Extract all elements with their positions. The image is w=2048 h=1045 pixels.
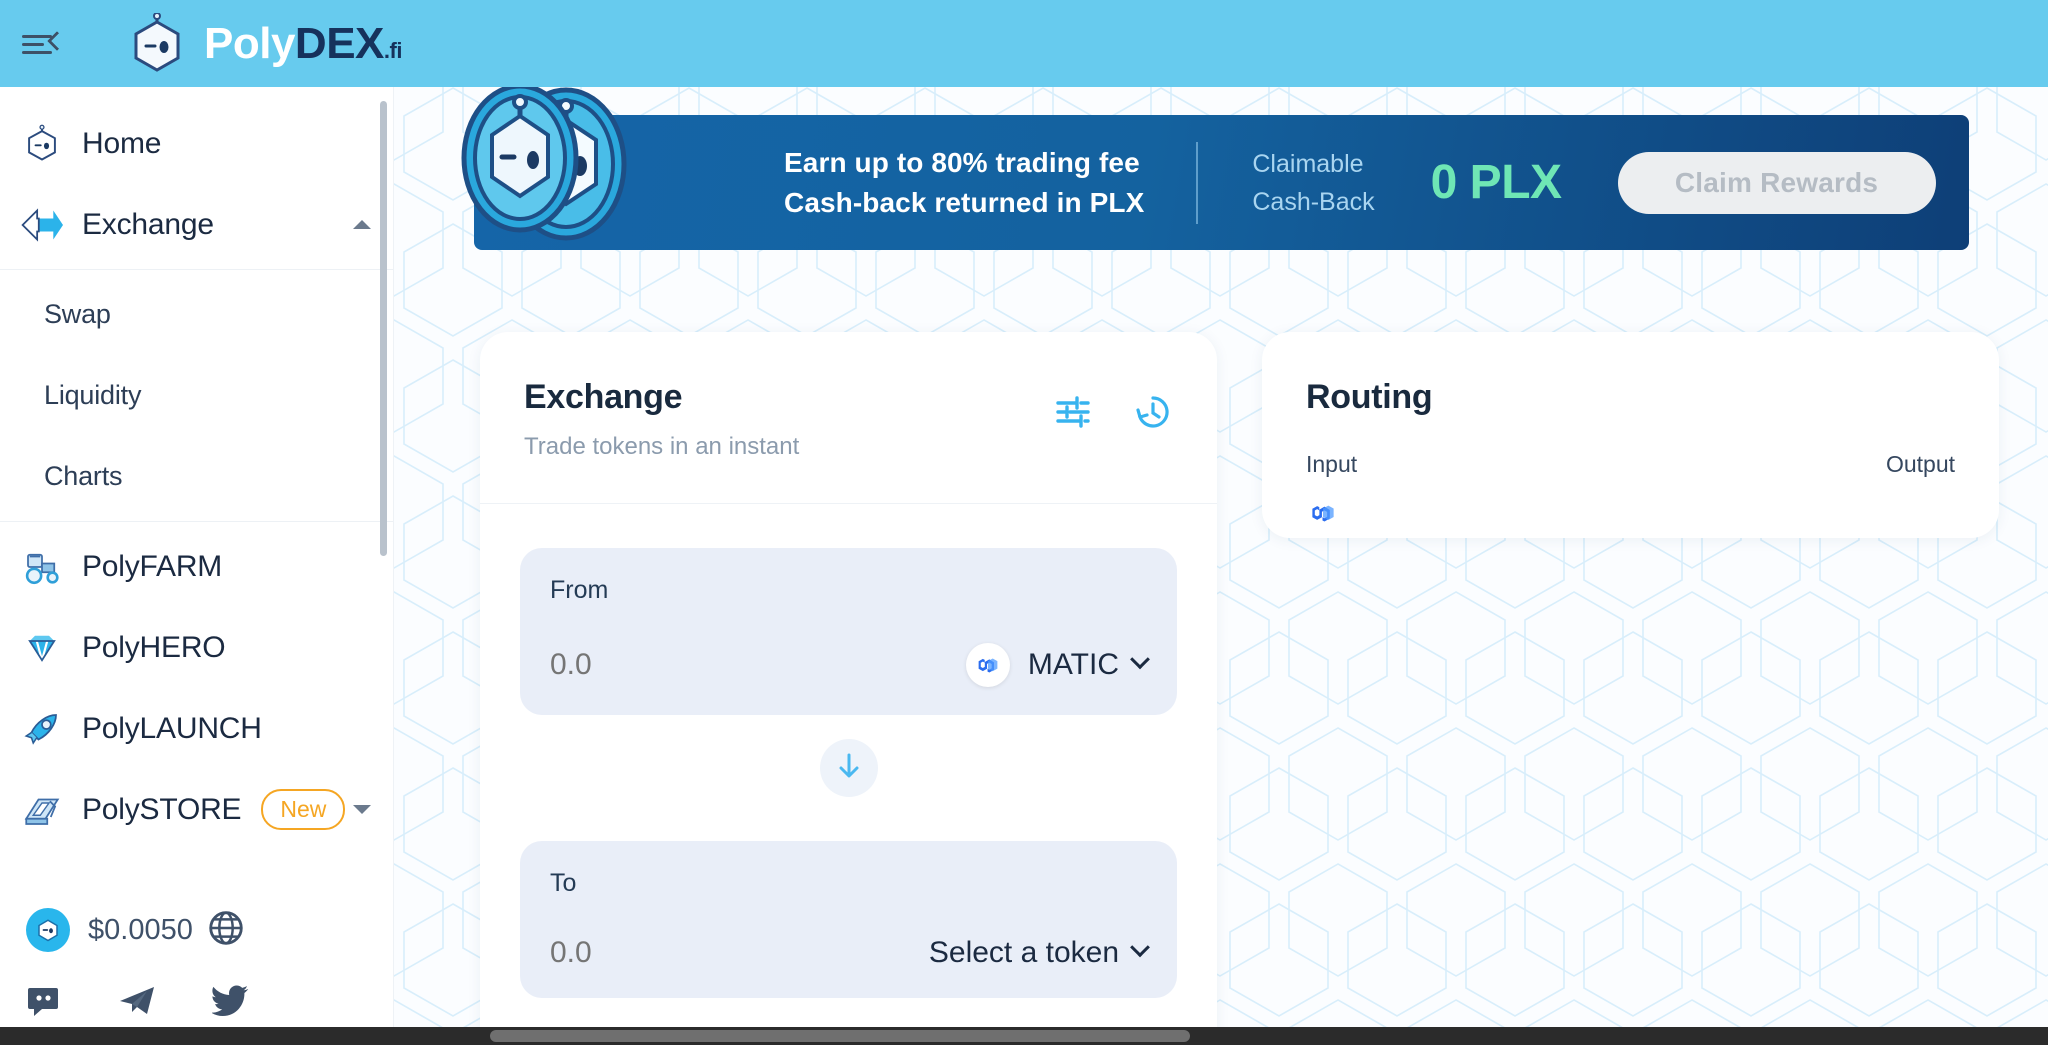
to-token-panel: To Select a token — [520, 841, 1177, 998]
routing-card: Routing Input Output — [1262, 332, 1999, 538]
routing-card-header: Routing — [1262, 332, 1999, 417]
main-content: Earn up to 80% trading fee Cash-back ret… — [394, 87, 2048, 1045]
scrollbar-thumb[interactable] — [490, 1030, 1190, 1042]
top-header-bar: PolyDEX.fi — [0, 0, 2048, 87]
to-amount-input[interactable] — [550, 936, 850, 970]
banner-line-1: Earn up to 80% trading fee — [784, 146, 1140, 178]
brand-dex: DEX — [294, 18, 384, 68]
sidebar-item-polyfarm[interactable]: PolyFARM — [0, 526, 393, 607]
sidebar-item-liquidity[interactable]: Liquidity — [0, 355, 393, 436]
sidebar-item-swap[interactable]: Swap — [0, 274, 393, 355]
sidebar-item-home[interactable]: Home — [0, 103, 393, 184]
from-label: From — [550, 576, 609, 604]
rocket-icon — [20, 707, 64, 751]
store-icon — [20, 788, 64, 832]
sidebar-divider — [0, 521, 393, 522]
chevron-left-icon — [47, 30, 67, 51]
banner-line-2: Cash-back returned in PLX — [784, 186, 1145, 218]
sidebar-item-label: PolyLAUNCH — [82, 711, 262, 745]
from-token-panel: From MATIC — [520, 548, 1177, 715]
social-links-row — [0, 973, 393, 1019]
chevron-up-icon[interactable] — [353, 220, 371, 229]
sidebar-item-label: PolyFARM — [82, 549, 223, 583]
settings-sliders-icon[interactable] — [1053, 392, 1093, 432]
history-clock-icon[interactable] — [1133, 392, 1173, 432]
banner-divider — [1196, 141, 1199, 224]
claimable-label-line2: Cash-Back — [1252, 187, 1375, 216]
sidebar-scroll-area: Home Exchange Swap Liquidity Charts Poly… — [0, 87, 393, 887]
routing-title: Routing — [1306, 378, 1433, 416]
exchange-card: Exchange Trade tokens in an instant From… — [480, 332, 1217, 1045]
brand-poly: Poly — [204, 18, 295, 68]
exchange-subtitle: Trade tokens in an instant — [524, 433, 800, 460]
arrow-down-icon — [834, 751, 864, 786]
sidebar-item-polyhero[interactable]: PolyHERO — [0, 607, 393, 688]
claimable-label-block: Claimable Cash-Back — [1252, 145, 1374, 221]
globe-icon[interactable] — [205, 907, 247, 954]
sidebar-subitem-label: Liquidity — [44, 380, 142, 410]
chevron-down-icon — [1130, 649, 1150, 670]
sidebar-item-polystore[interactable]: PolySTORE New — [0, 769, 393, 850]
sidebar-item-label: Home — [82, 126, 162, 160]
diamond-icon — [20, 626, 64, 670]
polygon-matic-icon — [1306, 505, 1340, 534]
to-label: To — [550, 869, 577, 897]
from-amount-input[interactable] — [550, 648, 850, 682]
tractor-icon — [20, 545, 64, 589]
claimable-amount: 0 PLX — [1430, 156, 1562, 209]
chevron-down-icon[interactable] — [353, 805, 371, 814]
horizontal-scrollbar[interactable] — [0, 1027, 2048, 1045]
app-root: PolyDEX.fi Home Exchange Swap Liquidity … — [0, 0, 2048, 1045]
polydex-token-icon — [26, 908, 70, 952]
from-token-selector[interactable]: MATIC — [965, 643, 1150, 687]
page-title: Exchange — [524, 378, 683, 416]
sidebar-item-label: Exchange — [82, 207, 214, 241]
routing-output-label: Output — [1885, 451, 1955, 477]
sidebar-nav: Home Exchange Swap Liquidity Charts Poly… — [0, 87, 394, 1045]
claimable-label-line1: Claimable — [1252, 149, 1364, 178]
exchange-arrows-icon — [20, 203, 64, 247]
exchange-header-actions — [1053, 378, 1173, 432]
routing-body: Input Output — [1262, 417, 1999, 535]
switch-tokens-row — [480, 739, 1217, 797]
brand-logo-link[interactable]: PolyDEX.fi — [126, 12, 402, 75]
coins-illustration-icon — [446, 87, 726, 270]
sidebar-item-label: PolySTORE — [82, 792, 242, 826]
banner-headline: Earn up to 80% trading fee Cash-back ret… — [784, 143, 1144, 223]
brand-wordmark: PolyDEX.fi — [204, 19, 402, 69]
from-token-name: MATIC — [1027, 648, 1119, 681]
token-price-value: $0.0050 — [88, 913, 193, 946]
chevron-down-icon — [1130, 937, 1150, 958]
sidebar-collapse-icon[interactable] — [22, 28, 67, 60]
routing-input-token — [1306, 496, 1955, 535]
discord-icon[interactable] — [26, 983, 62, 1019]
switch-direction-button[interactable] — [819, 739, 878, 797]
status-badge-new: New — [261, 789, 346, 830]
sidebar-subitem-label: Swap — [44, 299, 111, 329]
exchange-card-header: Exchange Trade tokens in an instant — [480, 332, 1217, 461]
sidebar-footer: $0.0050 — [0, 887, 393, 1045]
sidebar-item-charts[interactable]: Charts — [0, 436, 393, 517]
token-price-row: $0.0050 — [0, 887, 393, 973]
card-divider — [480, 503, 1217, 504]
sidebar-subitem-label: Charts — [44, 461, 123, 491]
telegram-icon[interactable] — [118, 983, 156, 1019]
claim-rewards-button[interactable]: Claim Rewards — [1617, 151, 1936, 214]
sidebar-divider — [0, 269, 393, 270]
polydex-robot-icon — [126, 12, 188, 75]
sidebar-item-label: PolyHERO — [82, 630, 226, 664]
routing-input-label: Input — [1306, 451, 1358, 477]
cashback-promo-banner: Earn up to 80% trading fee Cash-back ret… — [461, 87, 1969, 250]
robot-head-icon — [20, 122, 64, 166]
brand-suffix: .fi — [383, 37, 403, 63]
polygon-matic-icon — [965, 643, 1010, 687]
to-token-selector[interactable]: Select a token — [911, 936, 1150, 970]
sidebar-item-exchange[interactable]: Exchange — [0, 184, 393, 265]
twitter-icon[interactable] — [212, 984, 250, 1018]
sidebar-item-polylaunch[interactable]: PolyLAUNCH — [0, 688, 393, 769]
to-token-name: Select a token — [928, 936, 1119, 969]
